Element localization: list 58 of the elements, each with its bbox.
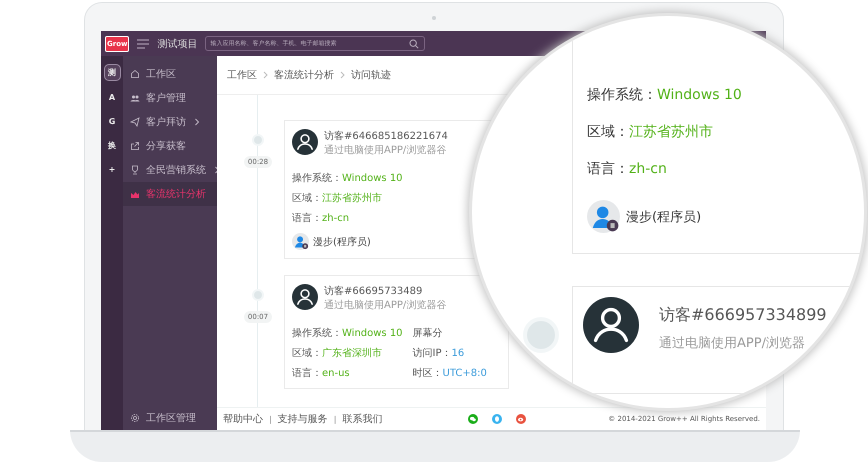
breadcrumb-link[interactable]: 工作区 <box>227 68 257 82</box>
info-field: 访问IP：16 <box>412 346 487 360</box>
avatar-icon <box>292 284 318 310</box>
trophy-icon <box>130 165 140 175</box>
info-field: 语言：zh-cn <box>587 160 864 178</box>
separator: | <box>269 414 272 424</box>
info-field: 操作系统：Windows 10 <box>292 171 403 185</box>
chevron-icon <box>263 71 268 79</box>
info-field: 语言：zh-cn <box>292 211 403 225</box>
visitor-id: 访客#66695733489 <box>324 284 424 298</box>
house-icon <box>130 69 140 79</box>
app-switch-item[interactable]: G <box>104 114 120 129</box>
info-field: 语言：en-us <box>292 366 403 380</box>
user-name: 漫步(程序员) <box>313 236 371 248</box>
user-name: 漫步(程序员) <box>626 208 702 226</box>
info-field: 操作系统：Windows 10 <box>292 326 403 340</box>
people-icon <box>130 93 140 103</box>
sidebar-item[interactable]: 分享获客 <box>123 134 217 158</box>
info-field: 区域：广东省深圳市 <box>292 346 403 360</box>
breadcrumb-link[interactable]: 客流统计分析 <box>274 68 334 82</box>
visitor-id: 访客#666957334899 <box>659 305 827 326</box>
timeline-dot <box>523 317 559 353</box>
separator: | <box>334 414 336 424</box>
chat-bubbles-icon[interactable] <box>468 414 478 424</box>
app-switch-item[interactable]: 换 <box>104 138 120 153</box>
eye-swirl-icon[interactable] <box>516 414 526 424</box>
visitor-id: 访客#646685186221674 <box>324 130 448 143</box>
app-switch-item[interactable]: A <box>104 90 120 105</box>
footer-link[interactable]: 支持与服务 <box>278 412 328 426</box>
avatar-icon <box>583 297 639 353</box>
paper-plane-icon <box>130 117 140 127</box>
camera-icon <box>432 16 436 20</box>
share-icon <box>130 141 140 151</box>
footer-link[interactable]: 联系我们 <box>342 412 382 426</box>
footer-link[interactable]: 帮助中心 <box>223 412 263 426</box>
app-switch-item[interactable]: + <box>104 162 120 177</box>
avatar-icon <box>292 129 318 155</box>
visit-source: 通过电脑使用APP/浏览器谷 <box>324 144 448 157</box>
menu-icon[interactable] <box>137 38 150 48</box>
chevron-icon <box>340 71 345 79</box>
visit-source: 通过电脑使用APP/浏览器 <box>659 335 806 352</box>
search-icon[interactable] <box>408 38 420 48</box>
info-field: 区域：江苏省苏州市 <box>292 191 403 205</box>
sidebar-item[interactable]: 客户管理 <box>123 86 217 110</box>
user-avatar-icon <box>292 233 309 250</box>
user-avatar-icon <box>587 200 620 233</box>
sidebar-item[interactable]: 客户拜访 <box>123 110 217 134</box>
project-title: 测试项目 <box>157 38 198 50</box>
settings-icon <box>130 413 140 423</box>
sidebar-item[interactable]: 工作区管理 <box>123 406 217 430</box>
sidebar-item[interactable]: 工作区 <box>123 62 217 86</box>
app-switch-item[interactable]: 测 <box>104 64 120 81</box>
breadcrumb-link[interactable]: 访问轨迹 <box>351 68 391 82</box>
visit-source: 通过电脑使用APP/浏览器谷 <box>324 298 446 312</box>
info-field: 区域：江苏省苏州市 <box>587 123 864 141</box>
info-field: 操作系统：Windows 10 <box>587 86 864 104</box>
info-field: 时区：UTC+8:0 <box>412 366 487 380</box>
info-field: 屏幕分 <box>412 326 487 340</box>
